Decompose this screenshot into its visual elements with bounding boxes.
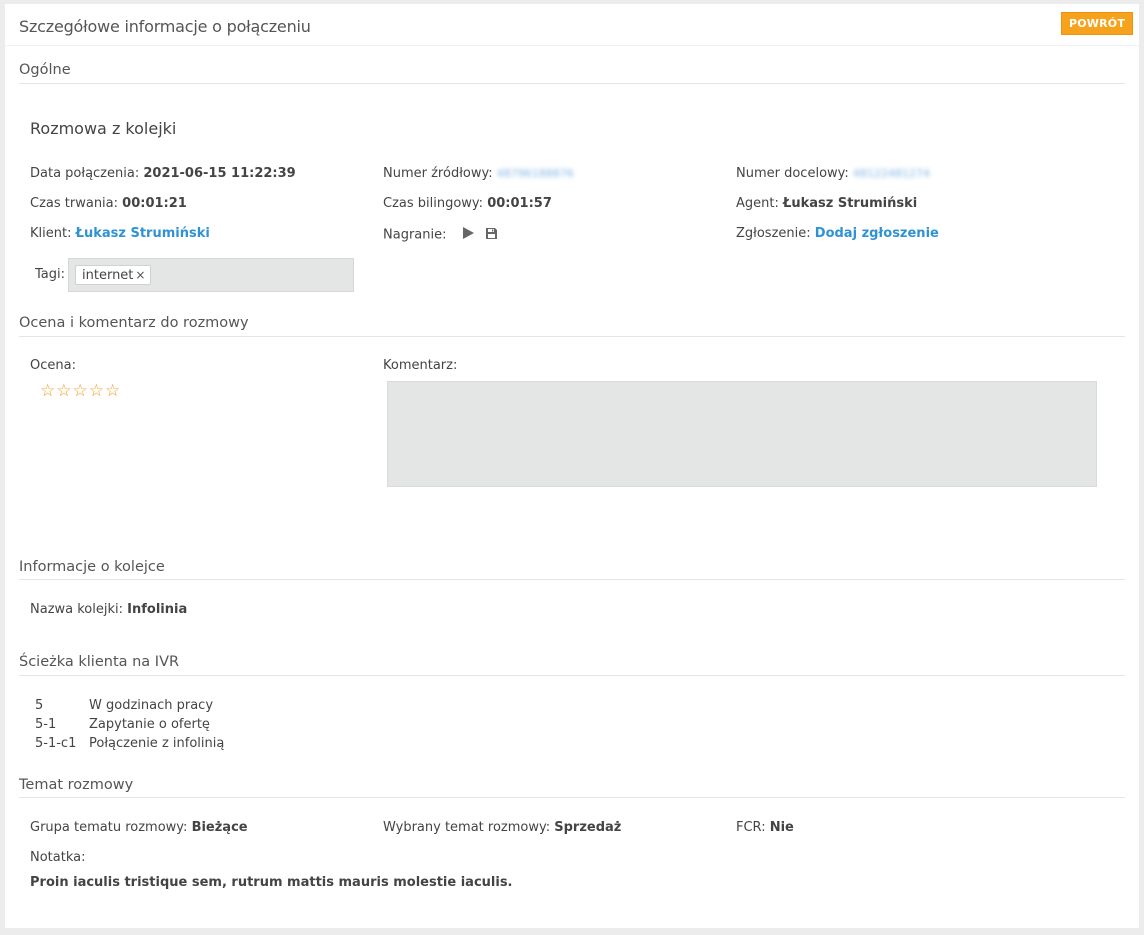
billing-row: Czas bilingowy: 00:01:57 [383,196,552,211]
ticket-label: Zgłoszenie: [736,226,811,241]
star-icon[interactable]: ☆ [105,381,120,401]
ivr-row: 5-1 Zapytanie o ofertę [35,715,210,734]
agent-value: Łukasz Strumiński [783,196,918,211]
tag-chip-label: internet [82,268,134,283]
ivr-code: 5-1-c1 [35,736,77,751]
ticket-row: Zgłoszenie: Dodaj zgłoszenie [736,226,939,241]
ivr-text: Połączenie z infolinią [89,736,225,751]
agent-row: Agent: Łukasz Strumiński [736,196,917,211]
duration-row: Czas trwania: 00:01:21 [30,196,187,211]
call-date-row: Data połączenia: 2021-06-15 11:22:39 [30,166,296,181]
billing-value: 00:01:57 [487,196,552,211]
fcr-row: FCR: Nie [736,820,794,835]
topic-selected-label: Wybrany temat rozmowy: [383,820,551,835]
play-icon[interactable] [461,226,475,244]
source-number-label: Numer źródłowy: [383,166,493,181]
dest-number-label: Numer docelowy: [736,166,849,181]
section-divider [19,797,1125,798]
ivr-text: W godzinach pracy [89,698,214,713]
section-divider [19,579,1125,580]
queue-name-row: Nazwa kolejki: Infolinia [30,602,187,617]
duration-value: 00:01:21 [122,196,187,211]
star-icon[interactable]: ☆ [89,381,104,401]
queue-name-label: Nazwa kolejki: [30,602,124,617]
section-title-queue: Informacje o kolejce [19,559,165,575]
section-divider [19,675,1125,676]
section-title-ivr: Ścieżka klienta na IVR [19,654,180,670]
recording-row: Nagranie: [383,226,498,244]
source-number-row: Numer źródłowy: 48796188876 [383,166,574,181]
call-type-heading: Rozmowa z kolejki [30,119,177,138]
star-icon[interactable]: ☆ [56,381,71,401]
star-icon[interactable]: ☆ [73,381,88,401]
source-number-value[interactable]: 48796188876 [497,167,574,180]
queue-name-value: Infolinia [127,602,188,617]
section-divider [19,336,1125,337]
section-divider [19,83,1125,84]
star-icon[interactable]: ☆ [40,381,55,401]
back-button[interactable]: POWRÓT [1061,12,1133,35]
tag-chip: internet × [75,265,152,285]
save-icon[interactable] [485,227,498,244]
note-label: Notatka: [30,850,86,865]
topic-selected-value: Sprzedaż [554,820,622,835]
page-title: Szczegółowe informacje o połączeniu [19,17,311,36]
ivr-row: 5 W godzinach pracy [35,696,213,715]
recording-label: Nagranie: [383,227,447,243]
ivr-code: 5 [35,698,44,713]
billing-label: Czas bilingowy: [383,196,484,211]
comment-label: Komentarz: [383,358,458,373]
ivr-text: Zapytanie o ofertę [89,717,210,732]
topic-group-value: Bieżące [191,820,248,835]
tags-label: Tagi: [35,267,65,282]
client-row: Klient: Łukasz Strumiński [30,226,210,241]
fcr-label: FCR: [736,820,766,835]
header-divider [5,45,1139,46]
call-date-label: Data połączenia: [30,166,140,181]
topic-selected-row: Wybrany temat rozmowy: Sprzedaż [383,820,621,835]
topic-group-label: Grupa tematu rozmowy: [30,820,188,835]
fcr-value: Nie [769,820,794,835]
dest-number-value[interactable]: 48122481274 [853,167,930,180]
client-link[interactable]: Łukasz Strumiński [76,226,210,241]
section-title-topic: Temat rozmowy [19,777,134,793]
section-title-rating: Ocena i komentarz do rozmowy [19,315,249,331]
ivr-row: 5-1-c1 Połączenie z infolinią [35,734,224,753]
note-value: Proin iaculis tristique sem, rutrum matt… [30,875,513,890]
ivr-code: 5-1 [35,717,57,732]
tags-input[interactable]: internet × [68,258,354,292]
rating-label: Ocena: [30,358,76,373]
section-title-general: Ogólne [19,62,71,78]
client-label: Klient: [30,226,72,241]
topic-group-row: Grupa tematu rozmowy: Bieżące [30,820,248,835]
dest-number-row: Numer docelowy: 48122481274 [736,166,930,181]
tag-remove-icon[interactable]: × [135,268,145,282]
comment-textarea[interactable] [387,381,1097,487]
call-details-panel: Szczegółowe informacje o połączeniu POWR… [5,4,1139,928]
duration-label: Czas trwania: [30,196,119,211]
rating-stars: ☆☆☆☆☆ [40,381,121,401]
call-date-value: 2021-06-15 11:22:39 [143,166,296,181]
add-ticket-link[interactable]: Dodaj zgłoszenie [815,226,939,241]
agent-label: Agent: [736,196,779,211]
